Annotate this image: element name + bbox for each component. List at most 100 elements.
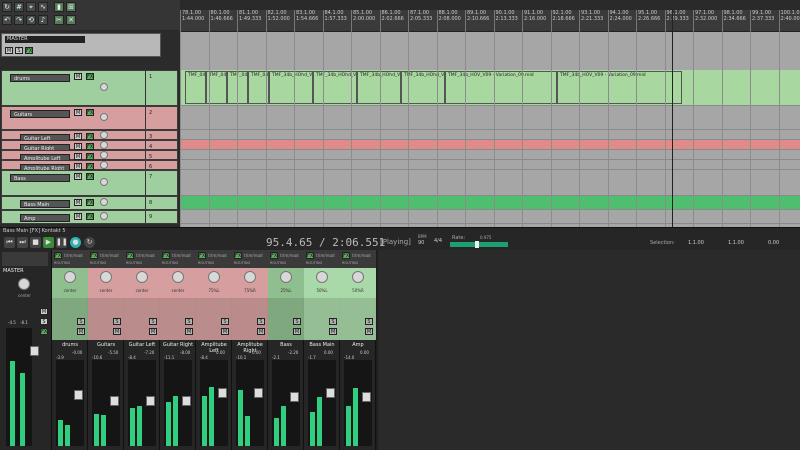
track-mute-button[interactable]: M [74,199,82,206]
track-header[interactable]: Guitar Right M FX 4 [1,140,178,152]
track-number-cell[interactable]: 6 [145,161,177,170]
track-number-cell[interactable]: 1 [145,71,177,105]
strip-volume-fader[interactable] [182,396,191,406]
undo-icon[interactable]: ↶ [2,15,12,25]
track-mute-button[interactable]: M [74,73,82,80]
strip-solo-button[interactable]: S [365,318,373,325]
master-strip-mute[interactable]: M [40,308,48,315]
master-strip-solo[interactable]: S [40,318,48,325]
selection-length[interactable]: 0.00 [768,240,779,246]
strip-fx-button[interactable]: FX [342,252,350,259]
master-fader[interactable] [30,346,39,356]
strip-mute-button[interactable]: M [77,328,85,335]
selection-end[interactable]: 1.1.00 [728,240,744,246]
strip-routing-button[interactable]: ROUTING [306,261,322,265]
track-lane[interactable] [180,130,800,140]
cycle-icon[interactable]: ↻ [2,2,12,12]
strip-label[interactable]: Bass Main [304,342,340,348]
track-fx-button[interactable]: FX [86,173,94,180]
master-mute-button[interactable]: M [5,47,13,54]
strip-label[interactable]: Amplitube Right [232,342,268,354]
strip-label[interactable]: Guitar Left [124,342,160,348]
rate-slider[interactable] [450,241,508,248]
track-lane[interactable] [180,170,800,196]
master-solo-button[interactable]: S [15,47,23,54]
strip-mute-button[interactable]: M [113,328,121,335]
strip-volume-fader[interactable] [74,390,83,400]
record-button[interactable]: ● [70,237,81,248]
strip-mute-button[interactable]: M [185,328,193,335]
track-name[interactable]: drums [10,74,70,82]
track-mute-button[interactable]: M [74,133,82,140]
strip-pan-knob[interactable] [136,271,148,283]
strip-volume-fader[interactable] [290,392,299,402]
track-volume-knob[interactable] [100,212,108,220]
strip-volume-fader[interactable] [254,388,263,398]
track-fx-button[interactable]: FX [86,213,94,220]
strip-mute-button[interactable]: M [293,328,301,335]
track-volume-knob[interactable] [100,131,108,139]
strip-fx-slots[interactable]: MS [160,298,196,340]
track-volume-knob[interactable] [100,178,108,186]
split-icon[interactable]: ✂ [54,15,64,25]
strip-pan-knob[interactable] [100,271,112,283]
strip-trim-mode[interactable]: trim/read [208,253,227,258]
strip-routing-button[interactable]: ROUTING [162,261,178,265]
strip-trim-mode[interactable]: trim/read [352,253,371,258]
strip-label[interactable]: Bass [268,342,304,348]
track-volume-knob[interactable] [100,161,108,169]
strip-pan-knob[interactable] [316,271,328,283]
media-item[interactable]: TMF_34b_HOV_V09 - Variation_09.mid [557,71,682,104]
track-volume-knob[interactable] [100,113,108,121]
strip-solo-button[interactable]: S [149,318,157,325]
track-fx-button[interactable]: FX [86,143,94,150]
strip-volume-fader[interactable] [326,388,335,398]
track-lane[interactable] [180,210,800,224]
loop-icon[interactable]: ⟲ [26,15,36,25]
strip-trim-mode[interactable]: trim/read [316,253,335,258]
strip-pan-knob[interactable] [244,271,256,283]
track-name[interactable]: Bass Main [20,200,70,208]
track-header[interactable]: Guitars M FX 2 [1,106,178,130]
track-header[interactable]: Bass Main M FX 8 [1,196,178,210]
track-name[interactable]: Bass [10,174,70,182]
strip-trim-mode[interactable]: trim/read [172,253,191,258]
lock-icon[interactable]: ⊞ [66,2,76,12]
track-lane[interactable] [180,106,800,130]
strip-fx-button[interactable]: FX [162,252,170,259]
strip-fx-slots[interactable]: MS [304,298,340,340]
strip-fx-button[interactable]: FX [198,252,206,259]
track-fx-button[interactable]: FX [86,73,94,80]
strip-trim-mode[interactable]: trim/read [244,253,263,258]
strip-fx-button[interactable]: FX [234,252,242,259]
strip-volume-fader[interactable] [362,392,371,402]
master-fx-button[interactable]: FX [25,47,33,54]
stop-button[interactable]: ■ [30,237,41,248]
track-lane[interactable] [180,160,800,170]
track-fx-button[interactable]: FX [86,109,94,116]
strip-pan-knob[interactable] [352,271,364,283]
media-item[interactable]: TMF_34b_HOhd_V04 - V... [269,71,313,104]
strip-fx-slots[interactable]: MS [88,298,124,340]
track-header[interactable]: Guitar Left M FX 3 [1,130,178,142]
bpm-value[interactable]: 90 [418,240,424,246]
strip-routing-button[interactable]: ROUTING [54,261,70,265]
track-volume-knob[interactable] [100,198,108,206]
strip-routing-button[interactable]: ROUTING [270,261,286,265]
strip-routing-button[interactable]: ROUTING [342,261,358,265]
track-mute-button[interactable]: M [74,143,82,150]
strip-mute-button[interactable]: M [149,328,157,335]
track-mute-button[interactable]: M [74,153,82,160]
track-header[interactable]: Amp M FX 9 [1,210,178,224]
track-name[interactable]: Amp [20,214,70,222]
track-lane[interactable] [180,140,800,150]
track-fx-button[interactable]: FX [86,163,94,170]
track-fx-button[interactable]: FX [86,199,94,206]
strip-fx-button[interactable]: FX [90,252,98,259]
time-signature[interactable]: 4/4 [434,238,442,244]
strip-solo-button[interactable]: S [221,318,229,325]
strip-solo-button[interactable]: S [257,318,265,325]
strip-volume-fader[interactable] [146,396,155,406]
track-lane[interactable] [180,150,800,160]
strip-trim-mode[interactable]: trim/read [100,253,119,258]
